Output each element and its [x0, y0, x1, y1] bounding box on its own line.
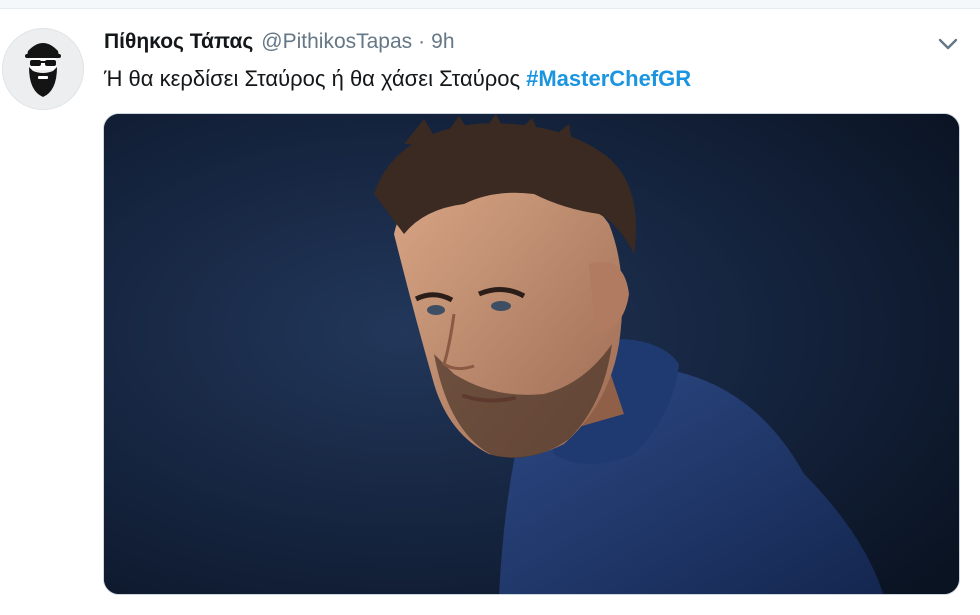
top-divider [0, 0, 980, 9]
chevron-down-icon [938, 38, 958, 50]
tweet-timestamp[interactable]: 9h [431, 30, 454, 54]
tweet-header: Πίθηκος Τάπας @PithikosTapas · 9h [104, 30, 455, 58]
user-handle[interactable]: @PithikosTapas [261, 30, 412, 54]
tweet-card[interactable]: Πίθηκος Τάπας @PithikosTapas · 9h Ή θα κ… [0, 0, 980, 615]
more-options-button[interactable] [936, 34, 960, 54]
display-name[interactable]: Πίθηκος Τάπας [104, 30, 253, 54]
avatar[interactable] [2, 28, 84, 110]
hashtag-link[interactable]: #MasterChefGR [526, 66, 691, 91]
tweet-body: Ή θα κερδίσει Σταύρος ή θα χάσει Σταύρος [104, 66, 521, 91]
separator-dot: · [418, 30, 426, 53]
portrait-photo [104, 114, 959, 594]
tweet-photo[interactable] [103, 113, 960, 595]
bearded-man-sunglasses-icon [3, 29, 83, 109]
tweet-text: Ή θα κερδίσει Σταύρος ή θα χάσει Σταύρος… [104, 66, 691, 92]
